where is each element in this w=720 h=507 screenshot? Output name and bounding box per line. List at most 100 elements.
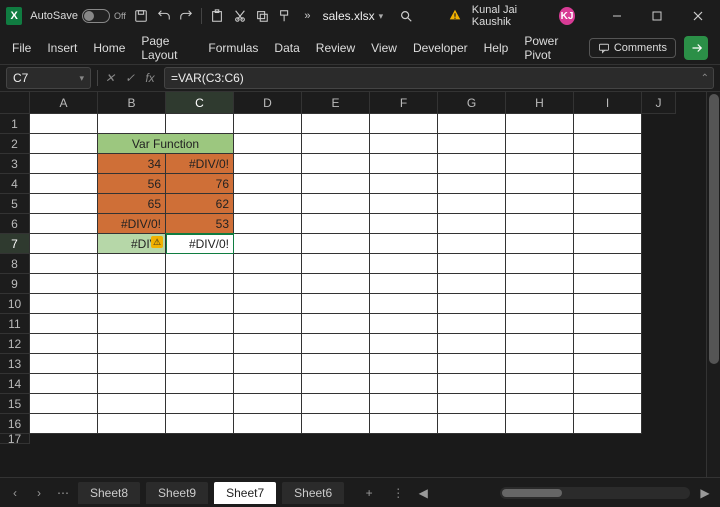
cell[interactable]: [370, 294, 438, 314]
cell[interactable]: [574, 314, 642, 334]
cell[interactable]: [506, 354, 574, 374]
row-header[interactable]: 15: [0, 394, 30, 414]
row-header[interactable]: 17: [0, 434, 30, 444]
col-header-j[interactable]: J: [642, 92, 676, 114]
cell[interactable]: [302, 334, 370, 354]
cell[interactable]: [438, 314, 506, 334]
row-header[interactable]: 2: [0, 134, 30, 154]
cell[interactable]: [234, 154, 302, 174]
cell[interactable]: [438, 174, 506, 194]
cell[interactable]: [30, 274, 98, 294]
cell[interactable]: [166, 394, 234, 414]
cell[interactable]: [302, 294, 370, 314]
cell[interactable]: [30, 134, 98, 154]
col-header-h[interactable]: H: [506, 92, 574, 114]
cell[interactable]: [98, 114, 166, 134]
cell[interactable]: [506, 334, 574, 354]
col-header-c[interactable]: C: [166, 92, 234, 114]
cell-b5[interactable]: 65: [98, 194, 166, 214]
cell[interactable]: [234, 134, 302, 154]
cell[interactable]: [370, 414, 438, 434]
cell[interactable]: [438, 234, 506, 254]
cell[interactable]: [98, 294, 166, 314]
cell[interactable]: [98, 314, 166, 334]
cell[interactable]: [30, 114, 98, 134]
cell[interactable]: [30, 234, 98, 254]
cell[interactable]: [506, 154, 574, 174]
cell[interactable]: [98, 394, 166, 414]
row-header[interactable]: 9: [0, 274, 30, 294]
hscroll-right-icon[interactable]: ▶: [696, 486, 714, 500]
cell[interactable]: [166, 414, 234, 434]
toggle-icon[interactable]: [82, 9, 110, 23]
add-sheet-button[interactable]: +: [360, 486, 378, 500]
cell[interactable]: [370, 394, 438, 414]
close-button[interactable]: [681, 2, 714, 30]
cell[interactable]: [234, 274, 302, 294]
horizontal-scrollbar[interactable]: [500, 487, 690, 499]
cell[interactable]: [234, 194, 302, 214]
cell[interactable]: [574, 354, 642, 374]
cells-canvas[interactable]: Var Function 34 #DIV/0! 56 76 65 62 #DIV…: [30, 114, 642, 434]
cell[interactable]: [438, 294, 506, 314]
username[interactable]: Kunal Jai Kaushik: [472, 4, 551, 28]
cell[interactable]: [302, 274, 370, 294]
row-header[interactable]: 10: [0, 294, 30, 314]
cell[interactable]: [370, 154, 438, 174]
row-header[interactable]: 7: [0, 234, 30, 254]
cell[interactable]: [506, 414, 574, 434]
cell[interactable]: [574, 134, 642, 154]
cell[interactable]: [438, 214, 506, 234]
cell[interactable]: [302, 414, 370, 434]
cell[interactable]: [370, 334, 438, 354]
cell[interactable]: [234, 254, 302, 274]
cell[interactable]: [370, 194, 438, 214]
cell[interactable]: [30, 174, 98, 194]
row-header[interactable]: 3: [0, 154, 30, 174]
cell[interactable]: [438, 394, 506, 414]
cell[interactable]: [302, 354, 370, 374]
cell[interactable]: [506, 174, 574, 194]
col-header-b[interactable]: B: [98, 92, 166, 114]
cell[interactable]: [166, 294, 234, 314]
cell[interactable]: [234, 314, 302, 334]
cell[interactable]: [166, 274, 234, 294]
cell[interactable]: [30, 414, 98, 434]
cell[interactable]: [370, 174, 438, 194]
tab-insert[interactable]: Insert: [47, 36, 77, 60]
tab-view[interactable]: View: [371, 36, 397, 60]
col-header-f[interactable]: F: [370, 92, 438, 114]
cell[interactable]: [30, 214, 98, 234]
cell[interactable]: [574, 394, 642, 414]
cell[interactable]: [98, 354, 166, 374]
cell[interactable]: [370, 374, 438, 394]
avatar[interactable]: KJ: [559, 7, 575, 25]
row-header[interactable]: 5: [0, 194, 30, 214]
cell[interactable]: [506, 214, 574, 234]
minimize-button[interactable]: [600, 2, 633, 30]
cell[interactable]: [506, 374, 574, 394]
row-header[interactable]: 11: [0, 314, 30, 334]
cell[interactable]: [234, 414, 302, 434]
cell[interactable]: [302, 214, 370, 234]
cell[interactable]: [574, 234, 642, 254]
cell[interactable]: [234, 394, 302, 414]
row-header[interactable]: 13: [0, 354, 30, 374]
cell[interactable]: [30, 394, 98, 414]
cell[interactable]: [98, 274, 166, 294]
scroll-thumb[interactable]: [709, 94, 719, 364]
cell[interactable]: [166, 354, 234, 374]
cell[interactable]: [30, 354, 98, 374]
sheet-tab-active[interactable]: Sheet7: [214, 482, 276, 504]
cell[interactable]: [234, 354, 302, 374]
row-header[interactable]: 8: [0, 254, 30, 274]
cell[interactable]: [302, 114, 370, 134]
row-header[interactable]: 14: [0, 374, 30, 394]
row-header[interactable]: 4: [0, 174, 30, 194]
save-icon[interactable]: [134, 8, 148, 24]
col-header-a[interactable]: A: [30, 92, 98, 114]
cell[interactable]: [166, 334, 234, 354]
cell[interactable]: [302, 194, 370, 214]
col-header-i[interactable]: I: [574, 92, 642, 114]
cell[interactable]: [370, 214, 438, 234]
